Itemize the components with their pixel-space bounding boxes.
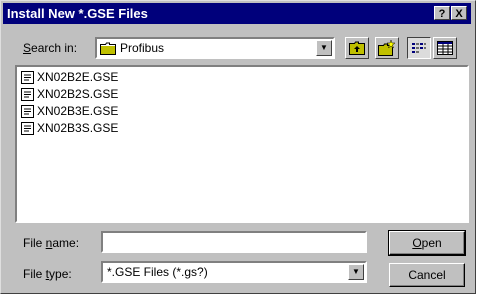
chevron-down-icon[interactable]: ▼ [316, 40, 332, 56]
document-icon [21, 71, 34, 84]
search-in-combo[interactable]: Profibus ▼ [95, 37, 335, 59]
list-view-button[interactable] [407, 37, 431, 59]
install-gse-dialog: Install New *.GSE Files ? X Search in: P… [0, 0, 476, 294]
new-folder-button[interactable] [375, 37, 399, 59]
search-in-label: Search in: [23, 41, 78, 55]
file-name: XN02B3E.GSE [37, 104, 119, 118]
list-icon [412, 43, 426, 53]
window-title: Install New *.GSE Files [7, 6, 148, 21]
file-list-item[interactable]: XN02B2S.GSE [21, 86, 118, 103]
title-bar[interactable]: Install New *.GSE Files ? X [3, 3, 471, 24]
file-list-item[interactable]: XN02B3S.GSE [21, 120, 118, 137]
file-name: XN02B2S.GSE [37, 87, 119, 101]
file-list[interactable]: XN02B2E.GSE XN02B2S.GSE XN02B3E.GSE XN02B3S… [15, 65, 469, 223]
details-view-button[interactable] [433, 37, 457, 59]
close-button[interactable]: X [451, 6, 467, 20]
up-folder-icon [349, 41, 365, 55]
search-in-value: Profibus [120, 41, 165, 55]
up-one-level-button[interactable] [345, 37, 369, 59]
cancel-button[interactable]: Cancel [389, 263, 465, 287]
file-name: XN02B2E.GSE [37, 70, 119, 84]
document-icon [21, 105, 34, 118]
document-icon [21, 122, 34, 135]
new-folder-icon [378, 40, 396, 56]
file-name-input[interactable] [101, 231, 367, 253]
details-icon [437, 41, 453, 55]
file-name: XN02B3S.GSE [37, 121, 119, 135]
file-type-label: File type: [23, 267, 72, 281]
close-icon: X [455, 8, 463, 20]
help-button[interactable]: ? [434, 6, 450, 20]
chevron-down-icon[interactable]: ▼ [348, 264, 364, 280]
open-button[interactable]: Open [388, 230, 466, 256]
document-icon [21, 88, 34, 101]
file-list-item[interactable]: XN02B3E.GSE [21, 103, 118, 120]
folder-icon [100, 42, 116, 55]
file-type-value: *.GSE Files (*.gs?) [107, 265, 208, 279]
file-list-item[interactable]: XN02B2E.GSE [21, 69, 118, 86]
help-icon: ? [438, 8, 446, 20]
file-type-combo[interactable]: *.GSE Files (*.gs?) ▼ [101, 261, 367, 283]
file-name-label: File name: [23, 236, 80, 250]
